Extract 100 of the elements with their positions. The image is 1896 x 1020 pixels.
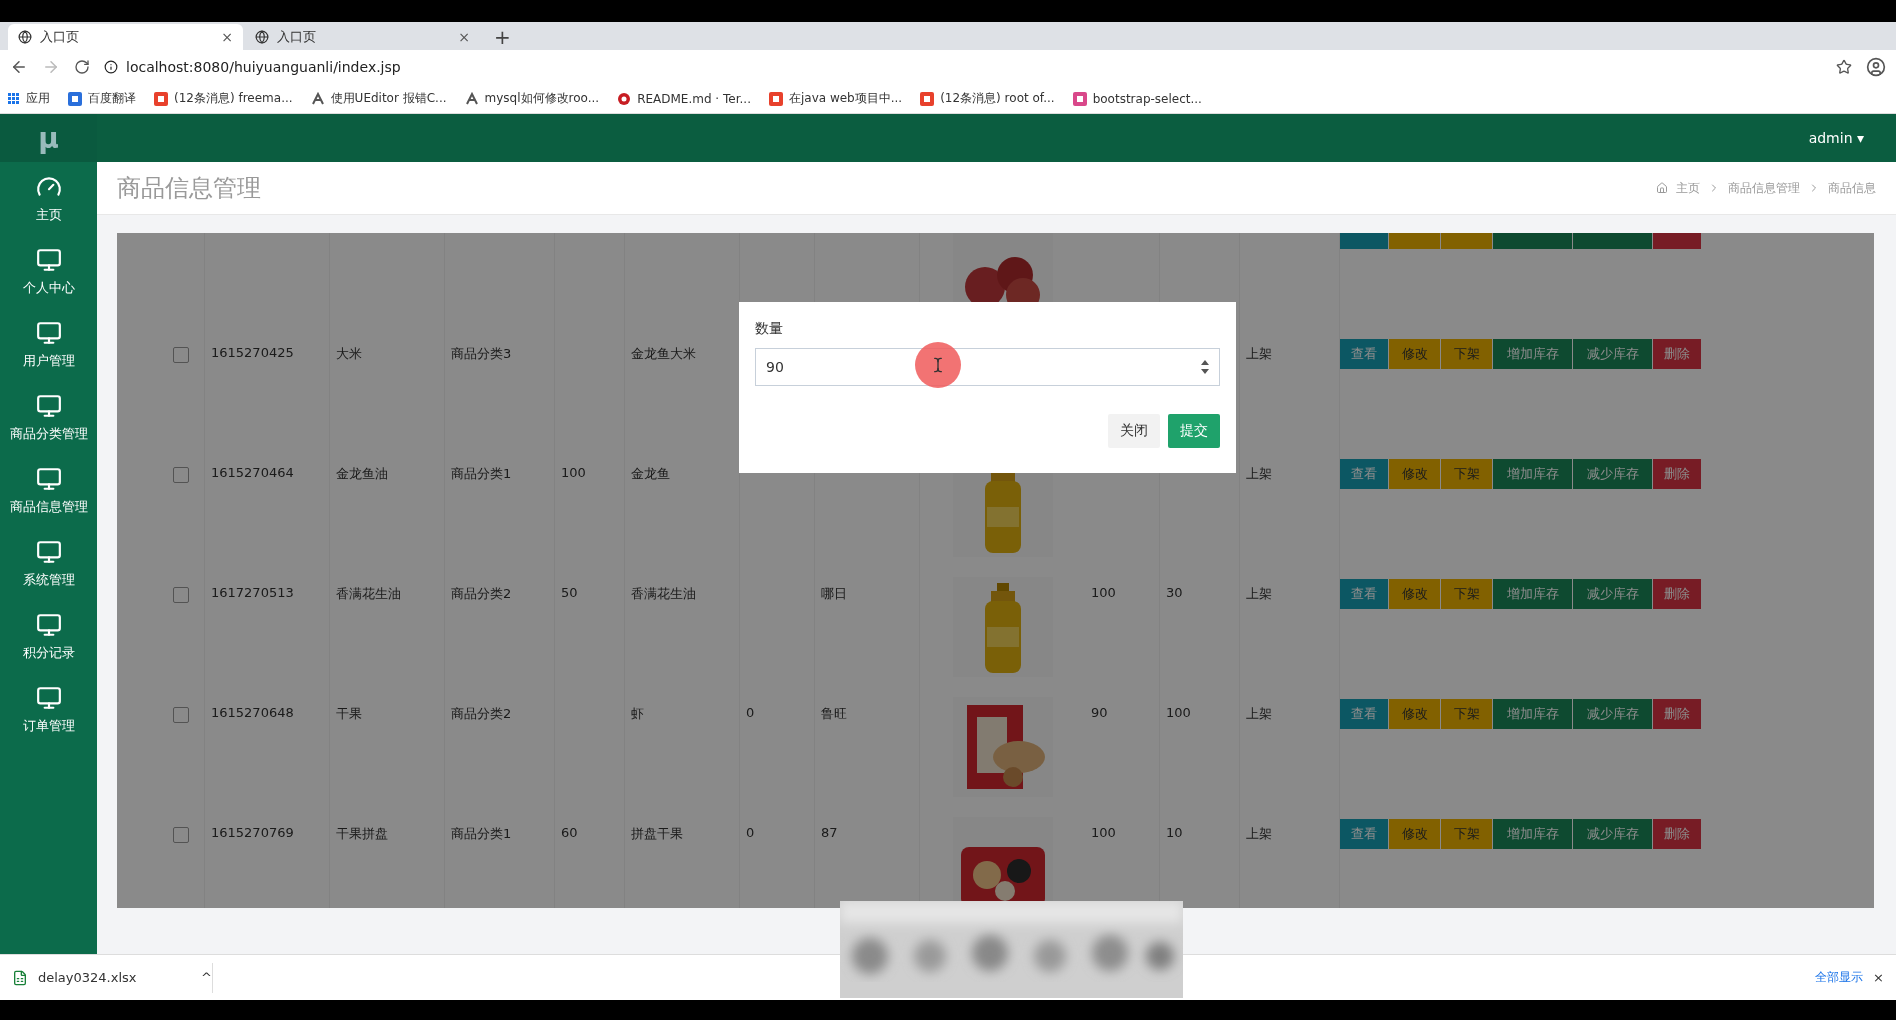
- action-button[interactable]: 查看: [1340, 699, 1388, 729]
- table-cell: 干果: [336, 706, 362, 721]
- action-button[interactable]: 删除: [1653, 819, 1701, 849]
- table-cell: 金龙鱼大米: [631, 346, 696, 361]
- download-caret[interactable]: ^: [201, 970, 212, 985]
- action-button[interactable]: 修改: [1389, 459, 1440, 489]
- show-all-link[interactable]: 全部显示: [1815, 969, 1864, 986]
- action-button[interactable]: 增加库存: [1493, 459, 1572, 489]
- bookmark[interactable]: README.md · Ter...: [637, 91, 751, 106]
- globe-icon: [255, 30, 269, 44]
- row-checkbox[interactable]: [172, 347, 189, 363]
- action-button[interactable]: 修改: [1389, 579, 1440, 609]
- bookmark[interactable]: 使用UEditor 报错C...: [330, 90, 447, 107]
- tab-close[interactable]: ×: [458, 29, 470, 45]
- close-downloads[interactable]: ×: [1873, 970, 1884, 985]
- sidebar-item[interactable]: 订单管理: [0, 673, 97, 746]
- number-field[interactable]: 90: [755, 348, 1220, 386]
- bookmark[interactable]: 应用: [26, 90, 50, 107]
- address-field[interactable]: localhost:8080/huiyuanguanli/index.jsp: [126, 59, 401, 75]
- action-button[interactable]: 减少库存: [1573, 579, 1652, 609]
- action-button[interactable]: 下架: [1441, 819, 1492, 849]
- sidebar-label: 主页: [35, 205, 62, 224]
- dialog-button[interactable]: 提交: [1168, 414, 1220, 448]
- row-checkbox[interactable]: [172, 827, 189, 843]
- action-button[interactable]: 修改: [1389, 339, 1440, 369]
- tab-close[interactable]: ×: [221, 29, 233, 45]
- bookmark[interactable]: 百度翻译: [88, 90, 136, 107]
- action-button[interactable]: 增加库存: [1493, 339, 1572, 369]
- table-cell: 100: [1166, 705, 1191, 720]
- table-cell: 1615270464: [211, 465, 294, 480]
- sidebar-label: 系统管理: [22, 570, 75, 589]
- action-button[interactable]: 增加库存: [1493, 819, 1572, 849]
- action-button[interactable]: 增加库存: [1493, 699, 1572, 729]
- action-button[interactable]: 下架: [1441, 579, 1492, 609]
- dialog-button[interactable]: 关闭: [1108, 414, 1160, 448]
- row-checkbox[interactable]: [172, 587, 189, 603]
- sidebar-item[interactable]: 用户管理: [0, 308, 97, 381]
- profile-icon[interactable]: [1866, 57, 1886, 77]
- table-cell: 1615270769: [211, 825, 294, 840]
- table-cell: 0: [746, 705, 755, 720]
- status-text: 上架: [1246, 586, 1272, 601]
- action-button[interactable]: 删除: [1653, 339, 1701, 369]
- action-button[interactable]: 修改: [1389, 699, 1440, 729]
- square-icon: [768, 91, 783, 106]
- breadcrumb-item[interactable]: 主页: [1676, 179, 1700, 197]
- action-button[interactable]: 查看: [1340, 819, 1388, 849]
- sidebar-item[interactable]: 商品信息管理: [0, 454, 97, 527]
- action-button[interactable]: 减少库存: [1573, 819, 1652, 849]
- action-button[interactable]: 删除: [1653, 459, 1701, 489]
- bookmark[interactable]: (12条消息) freema...: [174, 90, 293, 107]
- action-button[interactable]: 下架: [1441, 339, 1492, 369]
- sidebar-item[interactable]: 商品分类管理: [0, 381, 97, 454]
- new-tab-button[interactable]: +: [482, 24, 523, 50]
- sidebar-item[interactable]: 主页: [0, 162, 97, 235]
- action-button[interactable]: 查看: [1340, 459, 1388, 489]
- back-icon[interactable]: [10, 58, 28, 76]
- action-button[interactable]: 减少库存: [1573, 699, 1652, 729]
- bookmark[interactable]: (12条消息) root of...: [940, 90, 1055, 107]
- forward-icon[interactable]: [42, 58, 60, 76]
- monitor-icon: [35, 538, 62, 565]
- page-title: 商品信息管理: [117, 173, 261, 204]
- row-checkbox[interactable]: [172, 467, 189, 483]
- action-button[interactable]: 删除: [1653, 699, 1701, 729]
- monitor-icon: [35, 319, 62, 346]
- apps-icon: [8, 92, 20, 105]
- sidebar-item[interactable]: 个人中心: [0, 235, 97, 308]
- action-button[interactable]: 下架: [1441, 699, 1492, 729]
- table-cell: 100: [1091, 825, 1116, 840]
- bookmark[interactable]: 在java web项目中...: [788, 90, 903, 107]
- bookmark[interactable]: mysql如何修改roo...: [484, 90, 600, 107]
- breadcrumb-item[interactable]: 商品信息管理: [1728, 179, 1800, 197]
- square-icon: [920, 91, 935, 106]
- star-icon[interactable]: [1836, 59, 1852, 75]
- sidebar-item[interactable]: 积分记录: [0, 600, 97, 673]
- browser-tab[interactable]: 入口页 ×: [8, 24, 243, 50]
- square-icon: [154, 91, 168, 106]
- action-button[interactable]: 减少库存: [1573, 339, 1652, 369]
- action-button[interactable]: 删除: [1653, 579, 1701, 609]
- user-menu[interactable]: admin ▾: [1808, 130, 1864, 146]
- square-icon: [68, 91, 82, 106]
- file-icon: [12, 969, 28, 986]
- spinner-icon[interactable]: [1200, 359, 1210, 375]
- table-cell: 商品分类1: [451, 466, 512, 481]
- row-checkbox[interactable]: [172, 707, 189, 723]
- action-button[interactable]: 查看: [1340, 339, 1388, 369]
- monitor-icon: [35, 392, 62, 419]
- download-file[interactable]: delay0324.xlsx: [38, 970, 192, 985]
- action-button[interactable]: 减少库存: [1573, 459, 1652, 489]
- bookmark[interactable]: bootstrap-select...: [1092, 91, 1202, 106]
- table-cell: 90: [1091, 705, 1108, 720]
- tab-title: 入口页: [40, 28, 80, 46]
- reload-icon[interactable]: [74, 59, 90, 75]
- action-button[interactable]: 查看: [1340, 579, 1388, 609]
- table-cell: 商品分类3: [451, 346, 512, 361]
- table-cell: 哪日: [821, 586, 847, 601]
- table-cell: 60: [561, 825, 578, 840]
- action-button[interactable]: 增加库存: [1493, 579, 1572, 609]
- sidebar-item[interactable]: 系统管理: [0, 527, 97, 600]
- action-button[interactable]: 下架: [1441, 459, 1492, 489]
- action-button[interactable]: 修改: [1389, 819, 1440, 849]
